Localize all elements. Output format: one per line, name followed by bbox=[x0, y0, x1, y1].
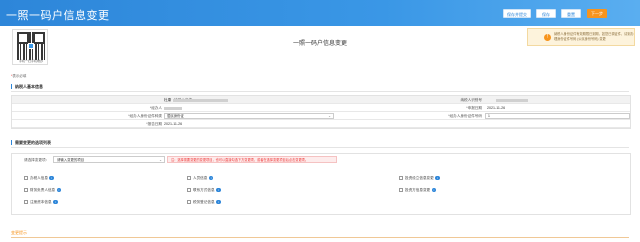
checkbox[interactable] bbox=[399, 176, 403, 181]
checkbox[interactable] bbox=[399, 188, 403, 193]
masked-value bbox=[496, 98, 528, 102]
checkbox-item[interactable]: 注册资本信息 i bbox=[24, 199, 58, 205]
change-item-label: 请选择变更项： bbox=[24, 158, 50, 162]
report-date-label-2: *报告日期 bbox=[146, 122, 162, 126]
checkbox[interactable] bbox=[24, 176, 28, 181]
checkbox[interactable] bbox=[187, 176, 191, 181]
checkbox-item[interactable]: 办税人信息 i bbox=[24, 175, 54, 181]
info-icon[interactable]: i bbox=[435, 175, 440, 181]
warning-icon: ! bbox=[544, 34, 551, 41]
info-icon[interactable]: i bbox=[208, 175, 214, 181]
checkbox-item[interactable]: 联系方式信息 i bbox=[187, 187, 221, 193]
taxpayer-name-value: 杜康 bbox=[164, 98, 172, 102]
required-note: *表示必填 bbox=[11, 74, 26, 79]
basic-info-heading: 纳税人基本信息 bbox=[11, 84, 43, 89]
id-type-select[interactable]: 居民身份证 ⌄ bbox=[164, 113, 334, 119]
checkbox-label: 人员信息 bbox=[193, 176, 208, 180]
checkbox-label: 注册资本信息 bbox=[30, 200, 52, 204]
id-number-field[interactable]: 1 bbox=[485, 113, 630, 119]
info-icon[interactable]: i bbox=[216, 187, 221, 193]
checkbox-item[interactable]: 税务登记信息 i bbox=[187, 199, 221, 205]
checkbox-item[interactable]: 投资设立信息变更 i bbox=[399, 175, 440, 181]
checkbox-label: 办税人信息 bbox=[30, 176, 48, 180]
table-row: *报告日期 2021-11-26 bbox=[12, 120, 630, 128]
chevron-down-icon: ⌄ bbox=[159, 158, 162, 162]
checkbox-item[interactable]: 人员信息 i bbox=[187, 175, 214, 181]
masked-value bbox=[173, 98, 228, 102]
id-number-value: 1 bbox=[488, 114, 490, 118]
divider bbox=[11, 237, 629, 238]
checkbox-item[interactable]: 财务负责人信息 i bbox=[24, 187, 62, 193]
change-options-panel: 请选择变更项： 请输入变更的项目 ⌄ 注：选择需要变更的变更项目，也可以直接勾选… bbox=[11, 153, 631, 215]
table-row: *经办人 *申报日期 2021-11-26 bbox=[12, 104, 630, 112]
taxpayer-id-label: 纳税人识别号 bbox=[460, 98, 482, 102]
info-icon[interactable]: i bbox=[49, 175, 54, 181]
save-and-submit-button[interactable]: 保存并提交 bbox=[503, 9, 531, 18]
qr-code: 手机一扫手机端办 bbox=[12, 29, 48, 65]
checkbox[interactable] bbox=[187, 200, 191, 205]
change-hint: 注：选择需要变更的变更项目，也可以直接勾选下方变更项，或者在选择变更项目后点击变… bbox=[167, 156, 337, 163]
change-item-select[interactable]: 请输入变更的项目 ⌄ bbox=[53, 156, 165, 163]
top-header: 一照一码户信息变更 保存并提交 保存 重置 下一步 bbox=[0, 0, 640, 26]
required-note-text: 表示必填 bbox=[12, 74, 27, 78]
checkbox-label: 财务负责人信息 bbox=[30, 188, 56, 192]
id-type-select-value: 居民身份证 bbox=[167, 114, 184, 118]
reset-button[interactable]: 重置 bbox=[561, 9, 581, 18]
checkbox-label: 税务登记信息 bbox=[193, 200, 215, 204]
chevron-down-icon: ⌄ bbox=[328, 114, 331, 118]
checkbox[interactable] bbox=[187, 188, 191, 193]
info-icon[interactable]: i bbox=[56, 187, 62, 193]
notice-banner: ! 纳税人身份证件有效期限已到期，如您已调证件，请到办理身份证件号码 (公民身份… bbox=[527, 28, 635, 46]
report-date-label: *申报日期 bbox=[466, 106, 482, 110]
save-button[interactable]: 保存 bbox=[536, 9, 556, 18]
handler-label: *经办人 bbox=[149, 106, 162, 110]
change-tips-link[interactable]: 变更提示 bbox=[11, 230, 27, 236]
divider bbox=[11, 147, 629, 148]
report-date-value: 2021-11-26 bbox=[487, 106, 506, 110]
masked-value bbox=[164, 106, 182, 110]
report-date-value-2: 2021-11-26 bbox=[164, 122, 183, 126]
handler-id-type-label: *经办人身份证件种类 bbox=[128, 114, 162, 118]
notice-text: 纳税人身份证件有效期限已到期，如您已调证件，请到办理身份证件号码 (公民身份号码… bbox=[554, 32, 634, 41]
checkbox-label: 投资设立信息变更 bbox=[405, 176, 434, 180]
checkbox-label: 联系方式信息 bbox=[193, 188, 215, 192]
checkbox[interactable] bbox=[24, 188, 28, 193]
qr-caption: 手机一扫手机端办 bbox=[18, 59, 43, 63]
basic-info-table: 纳税人名称 杜康 纳税人识别号 *经办人 *申报日期 2021-11-26 *经… bbox=[11, 95, 631, 129]
change-options-heading: 需要变更的选项列表 bbox=[11, 140, 51, 145]
change-item-select-value: 请输入变更的项目 bbox=[57, 158, 85, 162]
table-row: *经办人身份证件种类 居民身份证 ⌄ *经办人身份证件号码 1 bbox=[12, 112, 630, 120]
checkbox-label: 投资方信息变更 bbox=[405, 188, 431, 192]
divider bbox=[11, 91, 629, 92]
handler-id-number-label: *经办人身份证件号码 bbox=[448, 114, 482, 118]
info-icon[interactable]: i bbox=[53, 199, 58, 205]
info-icon[interactable]: i bbox=[431, 187, 437, 193]
page-header-title: 一照一码户信息变更 bbox=[6, 10, 110, 22]
next-step-button[interactable]: 下一步 bbox=[587, 9, 607, 18]
table-row: 纳税人名称 杜康 纳税人识别号 bbox=[12, 96, 630, 104]
checkbox-item[interactable]: 投资方信息变更 i bbox=[399, 187, 437, 193]
info-icon[interactable]: i bbox=[216, 199, 221, 205]
checkbox[interactable] bbox=[24, 200, 28, 205]
